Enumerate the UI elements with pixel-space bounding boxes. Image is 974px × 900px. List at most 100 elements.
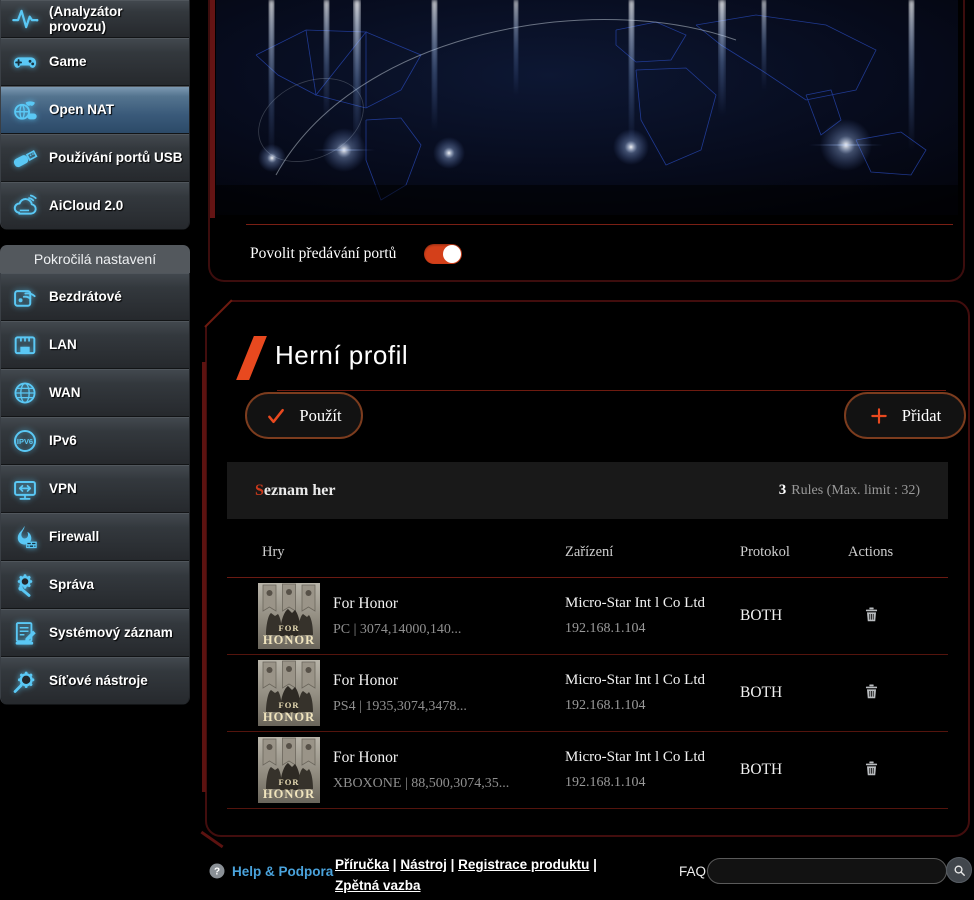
faq-label: FAQ xyxy=(679,864,706,879)
faq-search-button[interactable] xyxy=(946,857,972,883)
sidebar-item-label: Firewall xyxy=(49,529,99,544)
sidebar-item-open-nat[interactable]: Open NAT xyxy=(1,86,189,134)
sidebar-item-bezdratove[interactable]: Bezdrátové xyxy=(1,273,189,321)
game-name: For Honor xyxy=(333,749,565,767)
link-separator: | xyxy=(447,857,458,872)
trash-icon xyxy=(862,681,881,702)
device-name: Micro-Star Int l Co Ltd xyxy=(565,749,740,766)
svg-text:HONOR: HONOR xyxy=(263,710,315,724)
sidebar-item-label: IPv6 xyxy=(49,433,77,448)
game-platform-ports: XBOXONE | 88,500,3074,35... xyxy=(333,776,565,792)
ipv6-icon: IPV6 xyxy=(9,425,41,457)
network-tools-icon xyxy=(9,665,41,697)
game-name: For Honor xyxy=(333,672,565,690)
sidebar-item-label: Open NAT xyxy=(49,102,114,117)
opennat-icon xyxy=(9,94,41,126)
vpn-icon xyxy=(9,473,41,505)
sidebar-item-label: Systémový záznam xyxy=(49,625,173,640)
device-ip: 192.168.1.104 xyxy=(565,621,740,637)
apply-button[interactable]: Použít xyxy=(245,392,363,439)
link-separator: | xyxy=(589,857,597,872)
sidebar-item-label: Bezdrátové xyxy=(49,289,122,304)
game-cell: For Honor PC | 3074,14000,140... xyxy=(333,595,565,638)
sidebar-item-label: WAN xyxy=(49,385,81,400)
panel-bottom-notch xyxy=(200,831,223,848)
apply-button-label: Použít xyxy=(299,406,341,426)
game-list-title: Seznam her xyxy=(255,482,335,500)
help-support[interactable]: ? Help & Podpora xyxy=(209,863,333,879)
delete-rule-button[interactable] xyxy=(860,679,883,704)
sidebar-top-group: (Analyzátor provozu) Game Open NAT Používán… xyxy=(0,0,190,230)
sidebar-item-label: VPN xyxy=(49,481,77,496)
wireless-icon xyxy=(9,281,41,313)
link-separator: | xyxy=(389,857,400,872)
globe-icon xyxy=(9,377,41,409)
faq-search-input[interactable] xyxy=(707,858,947,884)
sidebar-item-vpn[interactable]: VPN xyxy=(1,465,189,513)
sidebar-item-wan[interactable]: WAN xyxy=(1,369,189,417)
game-profile-panel: Herní profil Použít Přidat Seznam her 3R… xyxy=(205,300,970,837)
sidebar-item-label: AiCloud 2.0 xyxy=(49,198,123,213)
svg-text:FOR: FOR xyxy=(279,777,300,787)
protocol-value: BOTH xyxy=(740,684,848,702)
column-header-zarizeni: Zařízení xyxy=(565,544,740,561)
port-forwarding-toggle[interactable] xyxy=(424,244,462,264)
device-name: Micro-Star Int l Co Ltd xyxy=(565,595,740,612)
sidebar-item-pouzivani-portu-usb[interactable]: Používání portů USB xyxy=(1,134,189,182)
table-row: FOR HONOR For Honor XBOXONE | 88,500,307… xyxy=(227,732,948,809)
footer-link-registrace-produktu[interactable]: Registrace produktu xyxy=(458,857,589,872)
sidebar-item-systemovy-zaznam[interactable]: Systémový záznam xyxy=(1,609,189,657)
trash-icon xyxy=(862,604,881,625)
svg-text:?: ? xyxy=(214,867,220,878)
firewall-icon xyxy=(9,521,41,553)
add-button[interactable]: Přidat xyxy=(844,392,966,439)
sidebar-item-firewall[interactable]: Firewall xyxy=(1,513,189,561)
footer-link-prirucka[interactable]: Příručka xyxy=(335,857,389,872)
sidebar-item-label: Game xyxy=(49,54,87,69)
admin-gear-icon xyxy=(9,569,41,601)
delete-rule-button[interactable] xyxy=(860,756,883,781)
add-button-label: Přidat xyxy=(902,406,941,426)
column-header-hry: Hry xyxy=(262,544,565,561)
game-name: For Honor xyxy=(333,595,565,613)
game-rules-table: HryZařízeníProtokolActions FOR HONOR For… xyxy=(227,530,948,809)
sidebar-item-game[interactable]: Game xyxy=(1,38,189,86)
waveform-icon xyxy=(9,3,41,35)
sidebar-item-label: Používání portů USB xyxy=(49,150,183,165)
device-ip: 192.168.1.104 xyxy=(565,698,740,714)
footer-link-zpetna-vazba[interactable]: Zpětná vazba xyxy=(335,878,421,893)
page-title: Herní profil xyxy=(275,340,408,371)
table-row: FOR HONOR For Honor PC | 3074,14000,140.… xyxy=(227,578,948,655)
toggle-knob xyxy=(443,245,461,263)
svg-text:HONOR: HONOR xyxy=(263,787,315,801)
device-cell: Micro-Star Int l Co Ltd 192.168.1.104 xyxy=(565,595,740,637)
svg-text:IPV6: IPV6 xyxy=(17,437,33,446)
lan-icon xyxy=(9,329,41,361)
sidebar-item-lan[interactable]: LAN xyxy=(1,321,189,369)
search-icon xyxy=(952,863,967,878)
cloud-icon xyxy=(9,190,41,222)
column-header-actions: Actions xyxy=(848,544,948,561)
svg-text:FOR: FOR xyxy=(279,700,300,710)
sidebar-item-analyzator-provozu[interactable]: (Analyzátor provozu) xyxy=(1,0,189,38)
sidebar-item-label: Síťové nástroje xyxy=(49,673,148,688)
sidebar-item-label: LAN xyxy=(49,337,77,352)
delete-rule-button[interactable] xyxy=(860,602,883,627)
device-cell: Micro-Star Int l Co Ltd 192.168.1.104 xyxy=(565,749,740,791)
sidebar-item-ipv6[interactable]: IPV6 IPv6 xyxy=(1,417,189,465)
sidebar-item-aicloud-2-0[interactable]: AiCloud 2.0 xyxy=(1,182,189,230)
game-cover-image: FOR HONOR xyxy=(258,660,320,726)
footer: ? Help & Podpora Příručka | Nástroj | Re… xyxy=(205,848,974,900)
footer-link-nastroj[interactable]: Nástroj xyxy=(400,857,447,872)
help-icon: ? xyxy=(209,863,225,879)
game-platform-ports: PC | 3074,14000,140... xyxy=(333,622,565,638)
check-icon xyxy=(266,406,286,426)
footer-links: Příručka | Nástroj | Registrace produktu… xyxy=(335,855,637,897)
column-header-protokol: Protokol xyxy=(740,544,848,561)
game-cell: For Honor PS4 | 1935,3074,3478... xyxy=(333,672,565,715)
trash-icon xyxy=(862,758,881,779)
sidebar-item-sprava[interactable]: Správa xyxy=(1,561,189,609)
protocol-value: BOTH xyxy=(740,607,848,625)
sidebar-item-sitove-nastroje[interactable]: Síťové nástroje xyxy=(1,657,189,705)
game-cell: For Honor XBOXONE | 88,500,3074,35... xyxy=(333,749,565,792)
